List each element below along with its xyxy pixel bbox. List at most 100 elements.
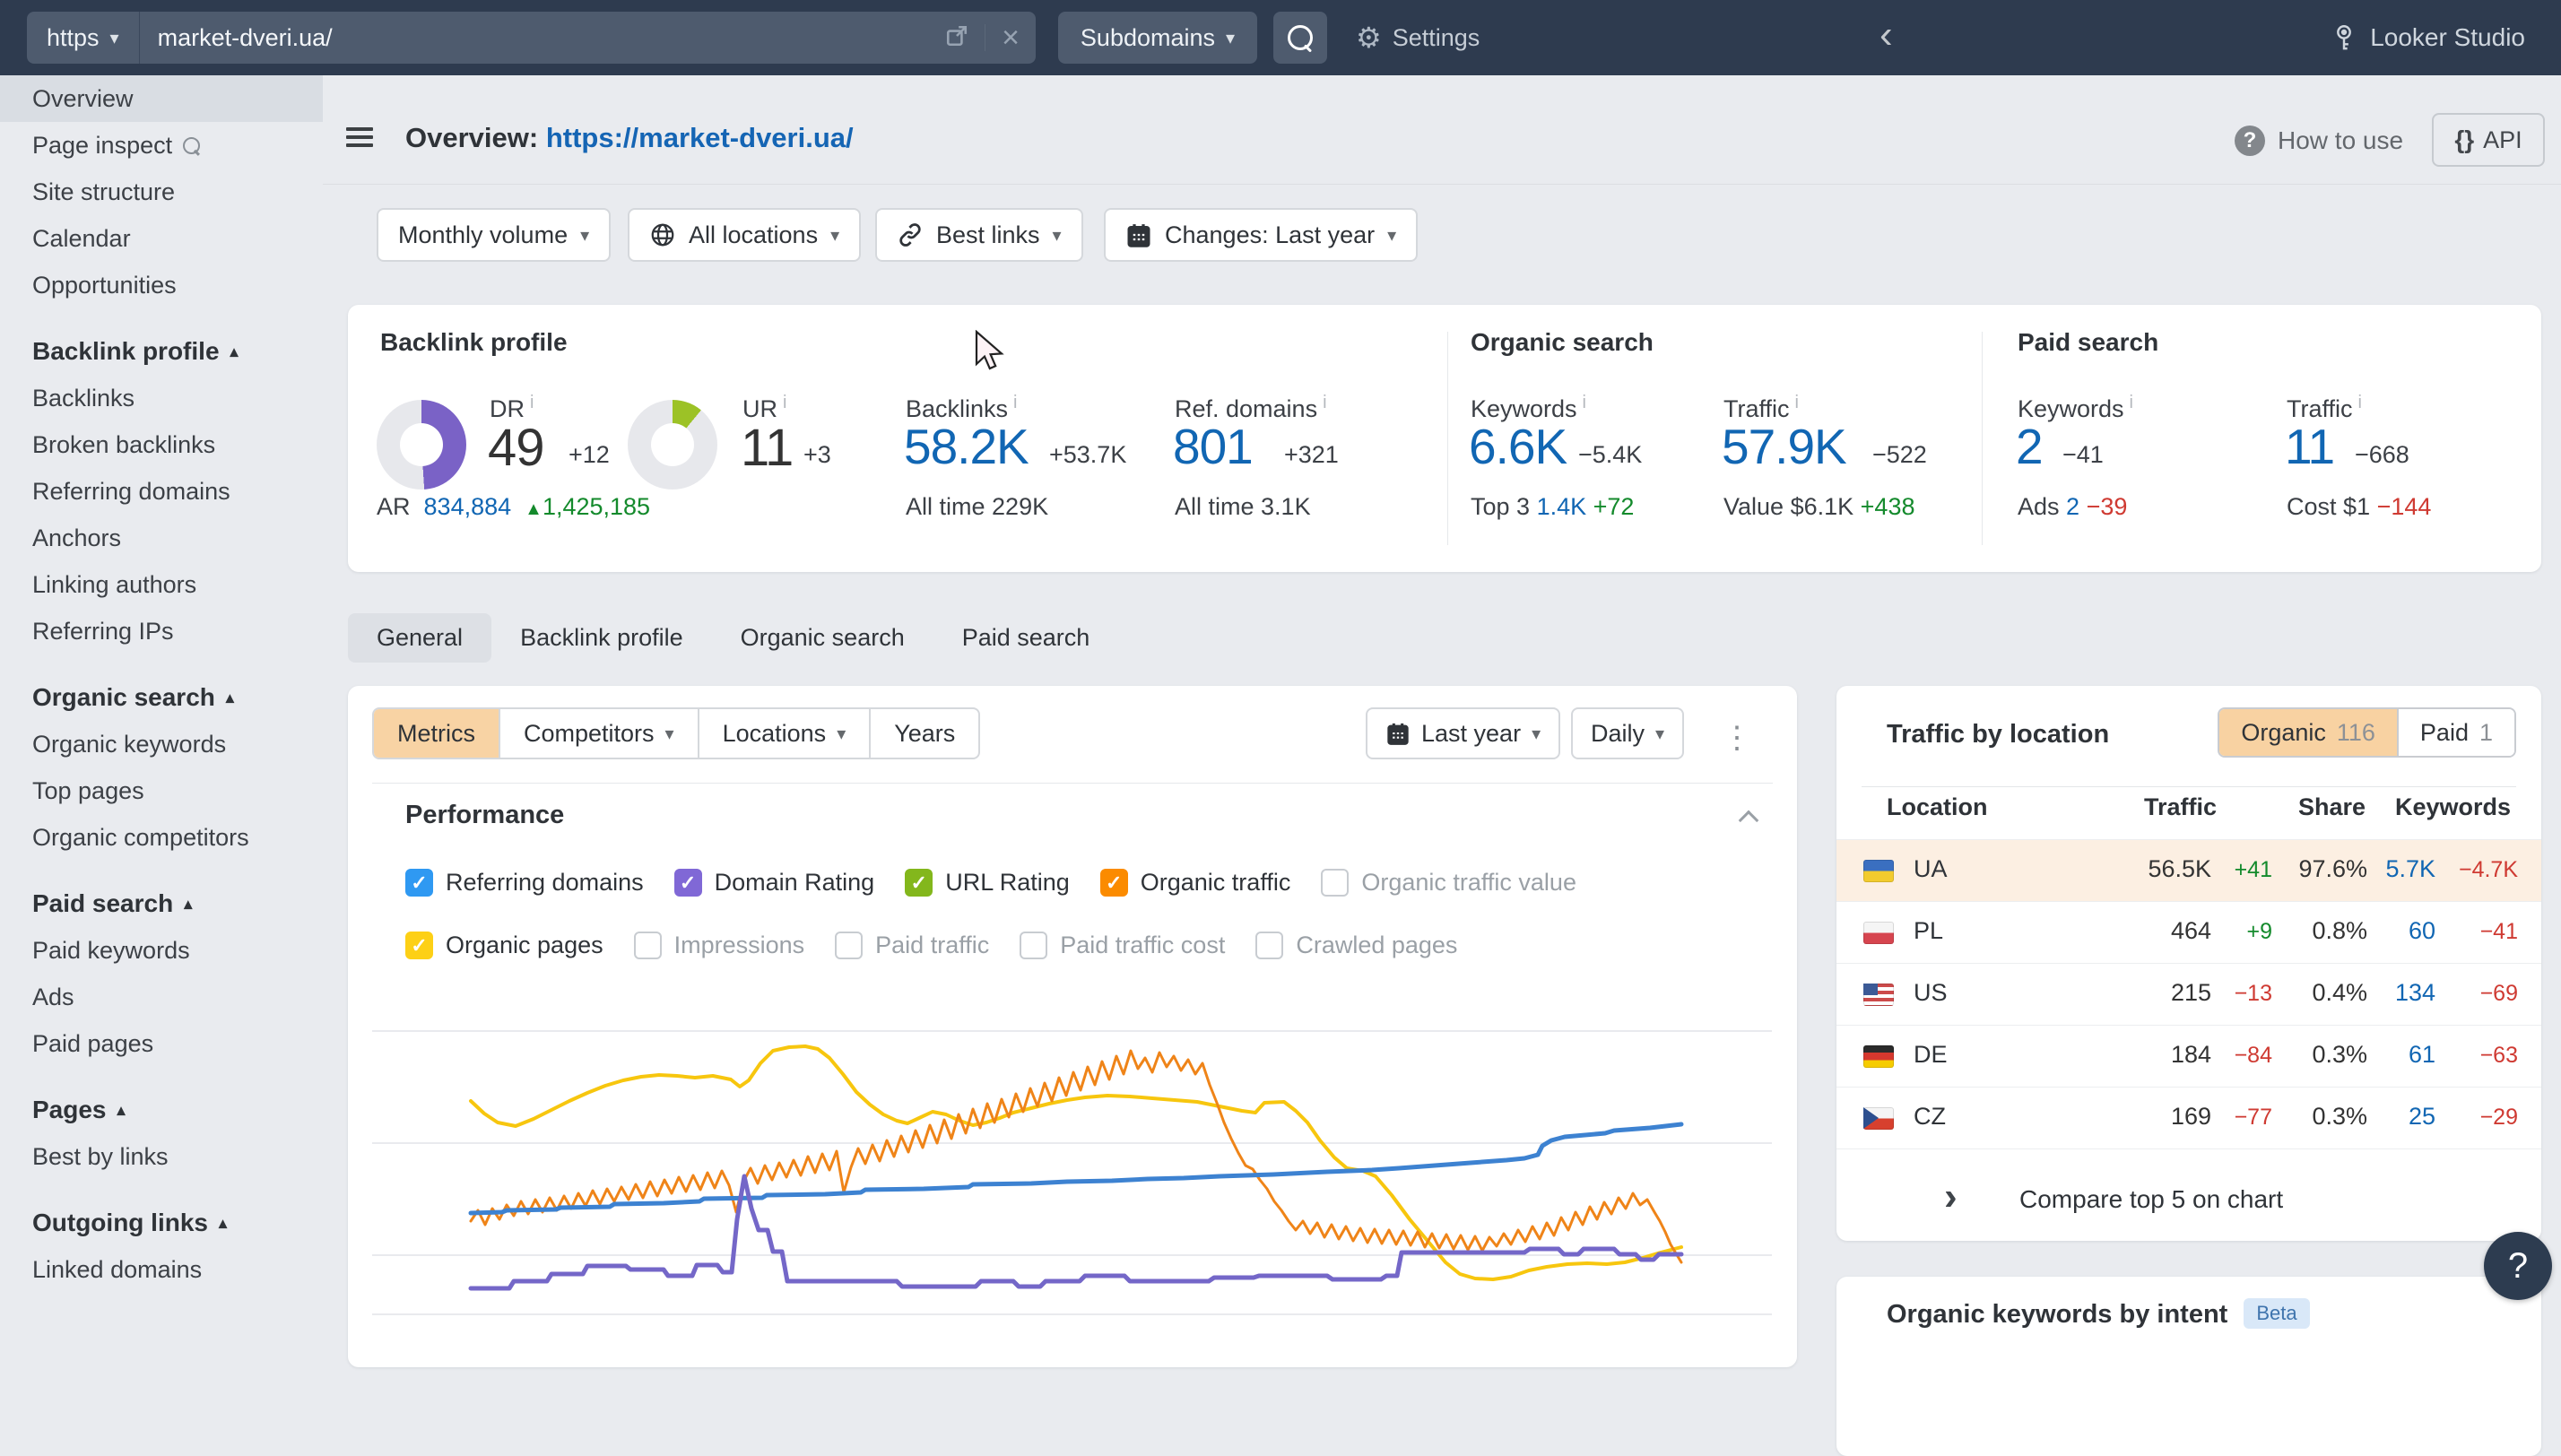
prev-page-icon[interactable]: ‹ — [1880, 13, 1893, 57]
sidebar-group-outgoing-links[interactable]: Outgoing links▴ — [0, 1200, 323, 1246]
changes-dropdown[interactable]: Changes: Last year ▾ — [1104, 208, 1418, 262]
organic-traffic-value[interactable]: 57.9K — [1722, 418, 1846, 475]
segment-metrics[interactable]: Metrics — [374, 709, 500, 758]
info-icon: i — [530, 393, 534, 412]
toggle-organic[interactable]: Organic 116 — [2219, 709, 2397, 756]
tab-general[interactable]: General — [348, 613, 491, 663]
de-flag-icon — [1863, 1045, 1894, 1068]
de-keywords-link[interactable]: 61 — [2409, 1041, 2435, 1069]
sidebar-item-best-by-links[interactable]: Best by links — [0, 1133, 323, 1180]
performance-chart[interactable] — [372, 1022, 1772, 1321]
location-table-header: Location Traffic Share Keywords — [1836, 793, 2541, 838]
checkbox-referring-domains[interactable]: ✓Referring domains — [405, 869, 644, 897]
sidebar-item-ads[interactable]: Ads — [0, 974, 323, 1020]
sidebar-item-paid-pages[interactable]: Paid pages — [0, 1020, 323, 1067]
checkbox-url-rating[interactable]: ✓URL Rating — [905, 869, 1070, 897]
segment-locations[interactable]: Locations▾ — [699, 709, 872, 758]
sidebar-item-linked-domains[interactable]: Linked domains — [0, 1246, 323, 1293]
us-keywords-link[interactable]: 134 — [2395, 979, 2435, 1007]
sidebar-item-referring-ips[interactable]: Referring IPs — [0, 608, 323, 654]
location-row-us[interactable]: US 215 −13 0.4% 134 −69 — [1836, 963, 2541, 1026]
paid-keywords-value[interactable]: 2 — [2016, 418, 2043, 475]
paid-traffic-value[interactable]: 11 — [2285, 418, 2334, 475]
location-row-ua[interactable]: UA 56.5K +41 97.6% 5.7K −4.7K — [1836, 839, 2541, 902]
settings-button[interactable]: ⚙ Settings — [1356, 12, 1480, 64]
best-links-dropdown[interactable]: Best links ▾ — [875, 208, 1083, 262]
location-row-cz[interactable]: CZ 169 −77 0.3% 25 −29 — [1836, 1087, 2541, 1149]
help-button[interactable]: ? — [2484, 1232, 2552, 1300]
location-row-de[interactable]: DE 184 −84 0.3% 61 −63 — [1836, 1025, 2541, 1088]
search-button[interactable] — [1273, 12, 1327, 64]
date-range-dropdown[interactable]: Last year ▾ — [1366, 707, 1560, 759]
menu-icon[interactable] — [346, 127, 373, 149]
more-options-icon[interactable]: ⋮ — [1722, 720, 1752, 756]
page-title-url-link[interactable]: https://market-dveri.ua/ — [546, 122, 854, 153]
sidebar-group-backlink-profile[interactable]: Backlink profile▴ — [0, 328, 323, 375]
looker-studio-brand[interactable]: Looker Studio — [2331, 12, 2525, 64]
sidebar-group-organic-search[interactable]: Organic search▴ — [0, 674, 323, 721]
volume-dropdown[interactable]: Monthly volume ▾ — [377, 208, 611, 262]
toggle-paid[interactable]: Paid 1 — [2397, 709, 2514, 756]
divider — [1862, 786, 2516, 787]
locations-dropdown[interactable]: All locations ▾ — [628, 208, 861, 262]
sidebar-item-page-inspect[interactable]: Page inspect — [0, 122, 323, 169]
tab-organic-search[interactable]: Organic search — [712, 613, 933, 663]
backlinks-alltime: All time 229K — [906, 493, 1048, 521]
checkbox-crawled-pages[interactable]: Crawled pages — [1255, 932, 1457, 959]
checkbox-impressions[interactable]: Impressions — [634, 932, 805, 959]
compare-top5-link[interactable]: Compare top 5 on chart — [2019, 1185, 2283, 1214]
how-to-use-button[interactable]: ? How to use — [2235, 126, 2403, 156]
organic-traffic-delta: −522 — [1872, 441, 1927, 469]
sidebar-item-referring-domains[interactable]: Referring domains — [0, 468, 323, 515]
tab-backlink-profile[interactable]: Backlink profile — [491, 613, 712, 663]
sidebar-group-paid-search[interactable]: Paid search▴ — [0, 880, 323, 927]
backlinks-value[interactable]: 58.2K — [904, 418, 1029, 475]
ua-keywords-link[interactable]: 5.7K — [2385, 855, 2435, 883]
checkbox-organic-pages[interactable]: ✓Organic pages — [405, 932, 603, 959]
info-icon: i — [2358, 393, 2362, 412]
segment-competitors[interactable]: Competitors▾ — [500, 709, 699, 758]
checkbox-organic-traffic[interactable]: ✓Organic traffic — [1100, 869, 1291, 897]
sidebar-item-overview[interactable]: Overview — [0, 75, 323, 122]
sidebar-item-paid-keywords[interactable]: Paid keywords — [0, 927, 323, 974]
checkbox-organic-traffic-value[interactable]: Organic traffic value — [1321, 869, 1576, 897]
sidebar-item-linking-authors[interactable]: Linking authors — [0, 561, 323, 608]
segment-years[interactable]: Years — [871, 709, 978, 758]
ref-domains-value[interactable]: 801 — [1173, 418, 1253, 475]
checkbox-paid-traffic[interactable]: Paid traffic — [835, 932, 989, 959]
sidebar-item-top-pages[interactable]: Top pages — [0, 767, 323, 814]
sidebar-item-organic-competitors[interactable]: Organic competitors — [0, 814, 323, 861]
protocol-value: https — [47, 24, 100, 52]
sidebar-item-backlinks[interactable]: Backlinks — [0, 375, 323, 421]
granularity-dropdown[interactable]: Daily ▾ — [1571, 707, 1684, 759]
performance-section-title: Performance — [405, 801, 564, 830]
next-page-icon[interactable]: › — [1944, 1174, 1958, 1219]
sidebar-item-site-structure[interactable]: Site structure — [0, 169, 323, 215]
organic-keywords-value[interactable]: 6.6K — [1469, 418, 1567, 475]
open-external-icon[interactable] — [945, 24, 968, 52]
sidebar-item-anchors[interactable]: Anchors — [0, 515, 323, 561]
api-button[interactable]: {} API — [2432, 113, 2545, 167]
caret-down-icon: ▾ — [580, 224, 589, 247]
subdomains-dropdown[interactable]: Subdomains ▾ — [1058, 12, 1257, 64]
sidebar-item-organic-keywords[interactable]: Organic keywords — [0, 721, 323, 767]
top3-value[interactable]: 1.4K — [1537, 493, 1587, 520]
paid-ads-stat: Ads 2 −39 — [2018, 493, 2127, 521]
cz-keywords-link[interactable]: 25 — [2409, 1103, 2435, 1131]
ar-value[interactable]: 834,884 — [424, 493, 512, 520]
protocol-dropdown[interactable]: https ▾ — [27, 12, 140, 64]
collapse-section-icon[interactable] — [1740, 808, 1759, 828]
sidebar-item-broken-backlinks[interactable]: Broken backlinks — [0, 421, 323, 468]
pl-keywords-link[interactable]: 60 — [2409, 917, 2435, 945]
ads-value[interactable]: 2 — [2066, 493, 2079, 520]
url-input[interactable]: market-dveri.ua/ — [140, 12, 946, 64]
location-row-pl[interactable]: PL 464 +9 0.8% 60 −41 — [1836, 901, 2541, 964]
checkbox-paid-traffic-cost[interactable]: Paid traffic cost — [1020, 932, 1225, 959]
sidebar-group-pages[interactable]: Pages▴ — [0, 1087, 323, 1133]
top-bar: https ▾ market-dveri.ua/ × Subdomains ▾ — [0, 0, 2561, 75]
sidebar-item-calendar[interactable]: Calendar — [0, 215, 323, 262]
sidebar-item-opportunities[interactable]: Opportunities — [0, 262, 323, 308]
clear-url-icon[interactable]: × — [1002, 22, 1020, 53]
tab-paid-search[interactable]: Paid search — [933, 613, 1119, 663]
checkbox-domain-rating[interactable]: ✓Domain Rating — [674, 869, 875, 897]
